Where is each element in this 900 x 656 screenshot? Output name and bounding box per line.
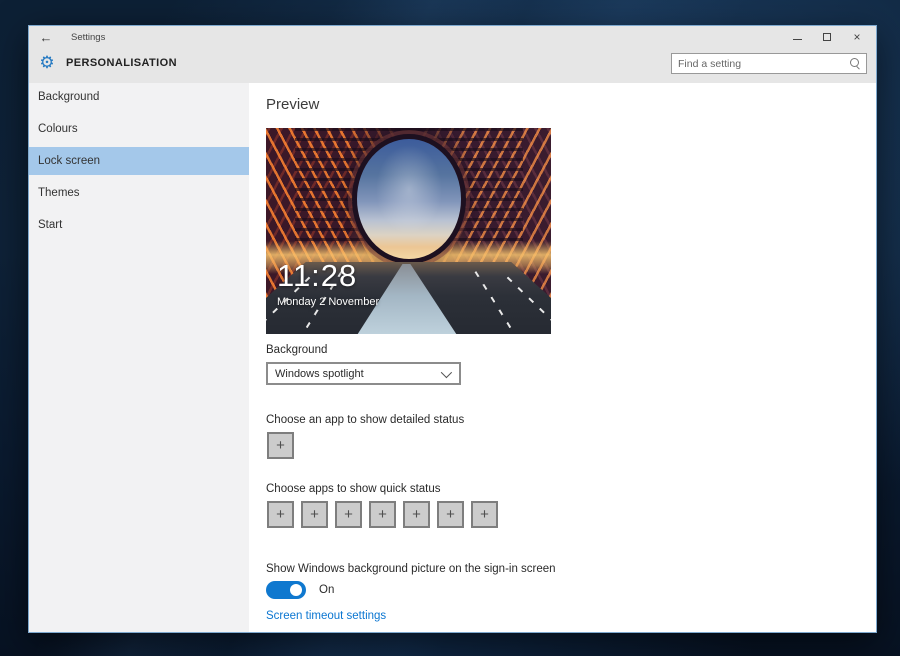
main-panel: Preview 11:28 Monday 2 November xyxy=(249,83,876,632)
quick-status-label: Choose apps to show quick status xyxy=(266,483,441,495)
plus-icon: + xyxy=(412,507,421,522)
gear-icon: ⚙ xyxy=(37,53,57,73)
quick-status-add-button-1[interactable]: + xyxy=(267,501,294,528)
signin-toggle-row: On xyxy=(266,581,334,599)
quick-status-add-button-6[interactable]: + xyxy=(437,501,464,528)
desktop-background: ← Settings × ⚙ PERSONALISATION xyxy=(0,0,900,656)
sidebar: Background Colours Lock screen Themes St… xyxy=(29,83,249,632)
quick-status-add-button-4[interactable]: + xyxy=(369,501,396,528)
sidebar-item-themes[interactable]: Themes xyxy=(29,179,249,207)
maximize-icon xyxy=(823,33,831,41)
background-dropdown-value: Windows spotlight xyxy=(268,368,441,380)
lock-screen-time: 11:28 xyxy=(277,259,379,293)
plus-icon: + xyxy=(446,507,455,522)
caption-buttons: × xyxy=(782,26,872,48)
window-title: Settings xyxy=(71,32,105,43)
toggle-knob xyxy=(290,584,302,596)
plus-icon: + xyxy=(276,507,285,522)
back-arrow-icon: ← xyxy=(40,30,53,45)
detailed-status-add-button[interactable]: + xyxy=(267,432,294,459)
quick-status-add-button-3[interactable]: + xyxy=(335,501,362,528)
sidebar-item-lock-screen[interactable]: Lock screen xyxy=(29,147,249,175)
sidebar-item-colours[interactable]: Colours xyxy=(29,115,249,143)
plus-icon: + xyxy=(344,507,353,522)
quick-status-add-button-2[interactable]: + xyxy=(301,501,328,528)
titlebar: ← Settings × xyxy=(29,26,876,48)
signin-background-toggle[interactable] xyxy=(266,581,306,599)
background-label: Background xyxy=(266,344,327,356)
page-title: PERSONALISATION xyxy=(66,57,177,69)
quick-status-add-button-7[interactable]: + xyxy=(471,501,498,528)
close-icon: × xyxy=(853,30,860,44)
lock-screen-date: Monday 2 November xyxy=(277,296,379,308)
settings-window: ← Settings × ⚙ PERSONALISATION xyxy=(28,25,877,633)
signin-background-label: Show Windows background picture on the s… xyxy=(266,563,556,575)
quick-status-row: + + + + + + + xyxy=(267,501,498,528)
minimize-icon xyxy=(793,39,802,40)
lock-screen-preview-image: 11:28 Monday 2 November xyxy=(266,128,551,334)
search-input[interactable] xyxy=(672,58,847,70)
detailed-status-row: + xyxy=(267,432,294,459)
plus-icon: + xyxy=(378,507,387,522)
quick-status-add-button-5[interactable]: + xyxy=(403,501,430,528)
chevron-down-icon xyxy=(441,366,452,377)
plus-icon: + xyxy=(480,507,489,522)
screen-timeout-settings-link[interactable]: Screen timeout settings xyxy=(266,610,386,622)
maximize-button[interactable] xyxy=(812,26,842,48)
sidebar-item-start[interactable]: Start xyxy=(29,211,249,239)
preview-sky-oval xyxy=(352,134,466,264)
preview-heading: Preview xyxy=(266,96,319,113)
plus-icon: + xyxy=(310,507,319,522)
search-box xyxy=(671,53,867,74)
search-icon[interactable] xyxy=(847,56,863,72)
lock-screen-clock: 11:28 Monday 2 November xyxy=(277,259,379,308)
header: ⚙ PERSONALISATION xyxy=(29,48,876,83)
minimize-button[interactable] xyxy=(782,26,812,48)
close-button[interactable]: × xyxy=(842,26,872,48)
sidebar-item-background[interactable]: Background xyxy=(29,83,249,111)
detailed-status-label: Choose an app to show detailed status xyxy=(266,414,464,426)
background-dropdown[interactable]: Windows spotlight xyxy=(266,362,461,385)
toggle-state-label: On xyxy=(319,584,334,596)
plus-icon: + xyxy=(276,438,285,453)
back-button[interactable]: ← xyxy=(29,26,63,48)
